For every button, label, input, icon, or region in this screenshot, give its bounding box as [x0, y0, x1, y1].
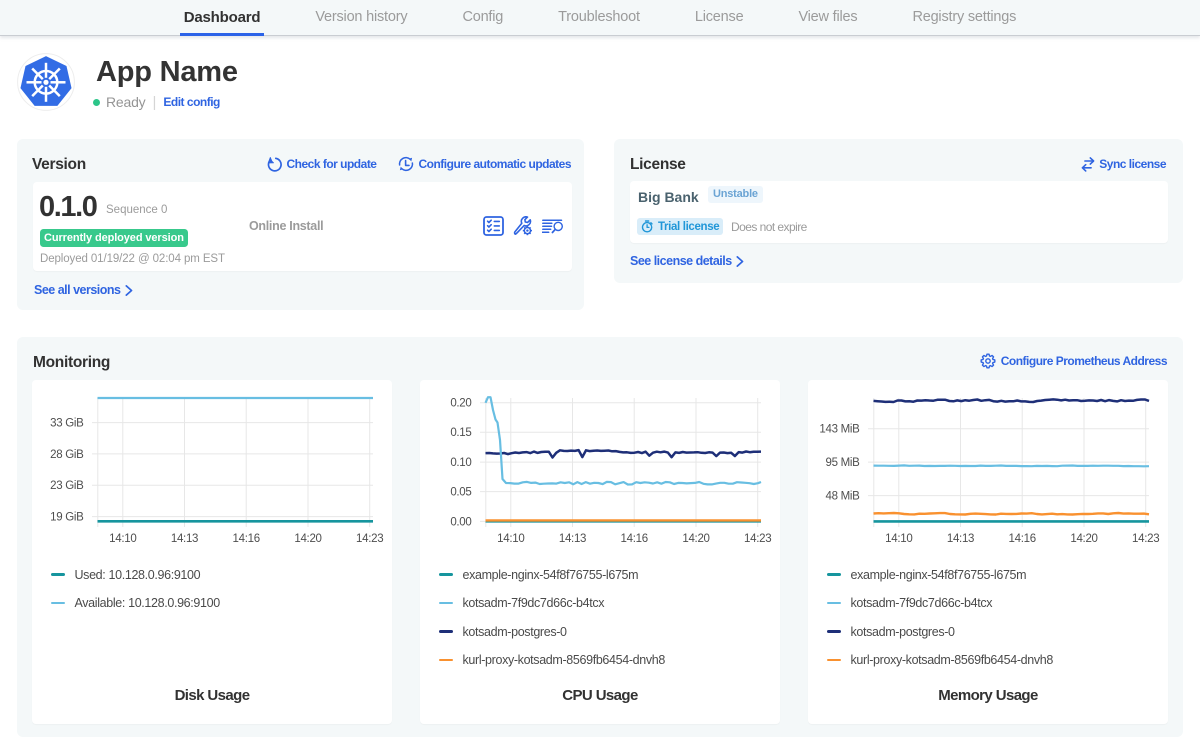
svg-text:14:13: 14:13: [947, 533, 974, 545]
svg-text:14:20: 14:20: [682, 533, 709, 545]
svg-text:14:20: 14:20: [294, 533, 321, 545]
svg-text:0.20: 0.20: [450, 398, 471, 410]
svg-text:14:10: 14:10: [497, 533, 524, 545]
svg-text:14:20: 14:20: [1070, 533, 1097, 545]
svg-text:14:13: 14:13: [171, 533, 198, 545]
svg-text:14:10: 14:10: [109, 533, 136, 545]
svg-text:33 GiB: 33 GiB: [50, 418, 84, 430]
svg-text:14:23: 14:23: [356, 533, 383, 545]
svg-text:23 GiB: 23 GiB: [50, 480, 84, 492]
svg-text:28 GiB: 28 GiB: [50, 449, 84, 461]
svg-text:14:16: 14:16: [1009, 533, 1036, 545]
svg-text:19 GiB: 19 GiB: [50, 512, 84, 524]
svg-text:0.05: 0.05: [450, 487, 471, 499]
svg-text:48 MiB: 48 MiB: [826, 491, 861, 503]
svg-text:14:16: 14:16: [621, 533, 648, 545]
svg-text:0.00: 0.00: [450, 516, 471, 528]
svg-text:0.15: 0.15: [450, 427, 471, 439]
svg-text:95 MiB: 95 MiB: [826, 457, 861, 469]
svg-text:0.10: 0.10: [450, 457, 471, 469]
svg-text:14:16: 14:16: [233, 533, 260, 545]
svg-text:14:23: 14:23: [744, 533, 771, 545]
svg-text:143 MiB: 143 MiB: [819, 424, 860, 436]
svg-text:14:10: 14:10: [885, 533, 912, 545]
svg-text:14:23: 14:23: [1132, 533, 1159, 545]
svg-text:14:13: 14:13: [559, 533, 586, 545]
